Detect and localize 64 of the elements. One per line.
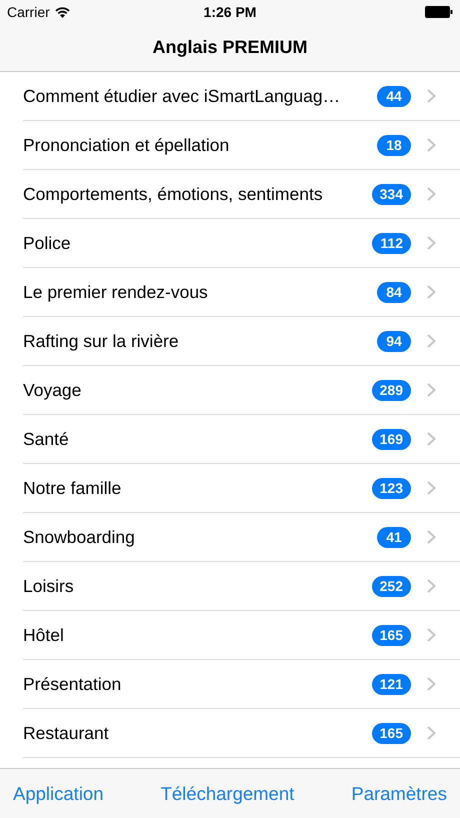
row-label: Rafting sur la rivière: [23, 330, 180, 353]
row-label: Présentation: [23, 672, 122, 696]
list-row[interactable]: Restaurant 165: [0, 709, 460, 758]
carrier-label: Carrier: [7, 2, 50, 22]
list-row[interactable]: Hôtel 165: [0, 611, 460, 660]
row-label: Restaurant: [23, 722, 110, 745]
battery-icon: [424, 6, 453, 18]
list-row[interactable]: Notre famille 123: [0, 464, 460, 513]
wifi-icon: [54, 6, 70, 18]
row-label: Prononciation et épellation: [23, 134, 230, 157]
count-badge: 252: [372, 576, 411, 596]
row-label: Le premier rendez-vous: [23, 280, 209, 304]
list-row[interactable]: Loisirs 252: [0, 562, 460, 611]
chevron-right-icon: [427, 285, 436, 299]
list-row[interactable]: Présentation 121: [0, 660, 460, 709]
status-time: 1:26 PM: [204, 2, 256, 22]
chevron-right-icon: [427, 383, 436, 397]
chevron-right-icon: [427, 481, 436, 495]
chevron-right-icon: [427, 579, 436, 593]
chevron-right-icon: [427, 530, 436, 544]
count-badge: 123: [372, 478, 411, 498]
nav-title: Anglais PREMIUM: [152, 36, 308, 59]
chevron-right-icon: [427, 187, 436, 201]
count-badge: 18: [377, 134, 411, 156]
toolbar-button[interactable]: Application: [13, 780, 104, 808]
row-label: Comportements, émotions, sentiments: [23, 182, 324, 206]
count-badge: 84: [377, 282, 411, 302]
count-badge: 121: [372, 674, 411, 694]
list-row[interactable]: Rafting sur la rivière 94: [0, 317, 460, 366]
count-badge: 41: [377, 526, 411, 548]
row-label: Snowboarding: [23, 526, 136, 549]
row-label: Voyage: [23, 378, 82, 402]
row-label: Police: [23, 232, 72, 255]
list-row[interactable]: Santé 169: [0, 415, 460, 464]
count-badge: 44: [377, 86, 411, 106]
row-label: Santé: [23, 428, 70, 451]
row-label: Hôtel: [23, 624, 65, 647]
chevron-right-icon: [427, 677, 436, 691]
count-badge: 165: [372, 624, 411, 646]
list-row[interactable]: Prononciation et épellation 18: [0, 121, 460, 170]
chevron-right-icon: [427, 334, 436, 348]
chevron-right-icon: [427, 432, 436, 446]
list-row[interactable]: Snowboarding 41: [0, 513, 460, 562]
count-badge: 169: [372, 428, 411, 450]
chevron-right-icon: [427, 628, 436, 642]
list-row[interactable]: Le premier rendez-vous 84: [0, 268, 460, 317]
count-badge: 165: [372, 722, 411, 744]
count-badge: 112: [372, 232, 411, 254]
list-row[interactable]: Comment étudier avec iSmartLanguag… 44: [0, 72, 460, 121]
count-badge: 94: [377, 330, 411, 352]
chevron-right-icon: [427, 89, 436, 103]
row-label: Comment étudier avec iSmartLanguag…: [23, 84, 342, 108]
row-label: Loisirs: [23, 574, 75, 598]
list-row[interactable]: Comportements, émotions, sentiments 334: [0, 170, 460, 219]
chevron-right-icon: [427, 138, 436, 152]
list-row[interactable]: Police 112: [0, 219, 460, 268]
count-badge: 289: [372, 380, 411, 400]
chevron-right-icon: [427, 726, 436, 740]
row-label: Notre famille: [23, 476, 122, 500]
toolbar-button[interactable]: Paramètres: [351, 780, 447, 808]
count-badge: 334: [372, 184, 411, 204]
list-row[interactable]: Voyage 289: [0, 366, 460, 415]
toolbar-button[interactable]: Téléchargement: [160, 780, 294, 808]
chevron-right-icon: [427, 236, 436, 250]
